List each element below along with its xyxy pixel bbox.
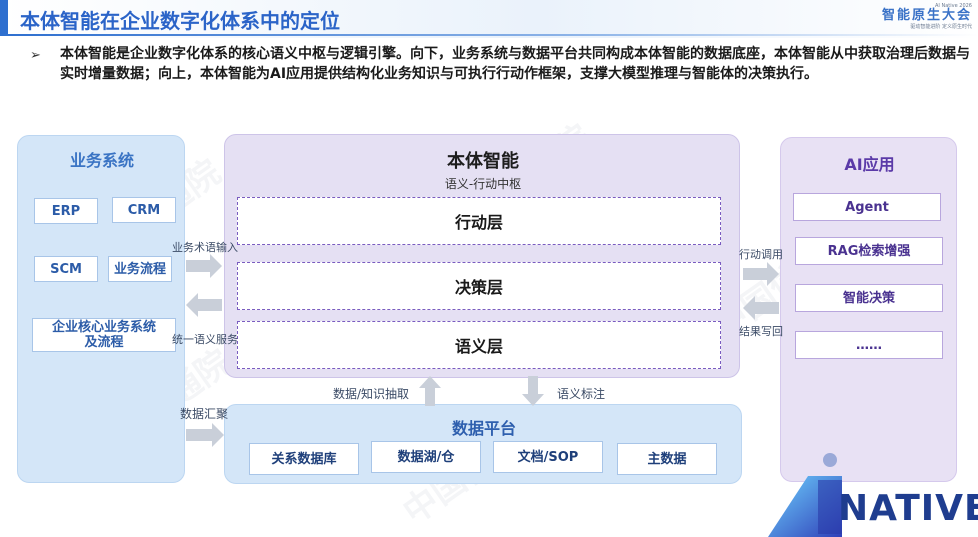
intro-text: 本体智能是企业数字化体系的核心语义中枢与逻辑引擎。向下，业务系统与数据平台共同构… [60,46,970,82]
ontology-title: 本体智能 [447,151,519,172]
native-brand-logo: NATIVE [768,448,978,537]
data-collection-label: 数据汇聚 [180,407,229,421]
semantic-layer[interactable]: 语义层 [237,321,721,369]
doc-sop-box[interactable]: 文档/SOP [493,441,603,473]
title-bar: 本体智能在企业数字化体系中的定位 AI Native 2026 智能原生大会 驱… [0,0,978,38]
page-title: 本体智能在企业数字化体系中的定位 [20,9,340,33]
conference-logo: AI Native 2026 智能原生大会 驱动智能进阶 定义原生时代 [876,3,972,33]
title-underline [0,34,978,36]
business-systems-title: 业务系统 [69,151,134,170]
left-arrow-icon [186,293,222,317]
relational-db-box[interactable]: 关系数据库 [249,443,359,475]
up-arrow-icon [419,376,441,406]
result-writeback-label: 结果写回 [739,325,783,338]
right-arrow-icon [186,254,222,278]
bullet-arrow-icon: ➢ [30,48,41,63]
action-layer[interactable]: 行动层 [237,197,721,245]
action-call-label: 行动调用 [739,248,783,261]
business-systems-panel: 业务系统 ERP CRM SCM 业务流程 企业核心业务系统及流程 [17,135,185,483]
down-arrow-icon [522,376,544,406]
business-term-input-label: 业务术语输入 [172,241,238,254]
erp-box[interactable]: ERP [34,198,98,224]
left-arrow-icon [743,296,779,320]
brand-native-text: NATIVE [838,488,978,529]
data-knowledge-extraction-label: 数据/知识抽取 [333,387,410,401]
title-accent [0,0,8,34]
data-lake-box[interactable]: 数据湖/仓 [371,441,481,473]
agent-box[interactable]: Agent [793,193,941,221]
crm-box[interactable]: CRM [112,197,176,223]
semantic-annotation-label: 语义标注 [557,387,606,401]
logo-tagline: 驱动智能进阶 定义原生时代 [910,24,972,30]
rag-box[interactable]: RAG检索增强 [795,237,943,265]
business-process-box[interactable]: 业务流程 [108,256,172,282]
ai-applications-title: AI应用 [844,155,895,174]
right-arrow-icon [186,423,224,447]
ontology-subtitle: 语义-行动中枢 [444,177,522,191]
ai-applications-panel: AI应用 Agent RAG检索增强 智能决策 …… [780,137,957,482]
logo-big-text: 智能原生大会 [881,8,972,23]
more-apps-box[interactable]: …… [795,331,943,359]
master-data-box[interactable]: 主数据 [617,443,717,475]
decision-layer[interactable]: 决策层 [237,262,721,310]
smart-decision-box[interactable]: 智能决策 [795,284,943,312]
right-arrow-icon [743,262,779,286]
core-business-box[interactable]: 企业核心业务系统及流程 [32,318,176,352]
data-platform-title: 数据平台 [451,419,516,438]
scm-box[interactable]: SCM [34,256,98,282]
unified-semantic-service-label: 统一语义服务 [172,333,238,346]
ontology-intelligence-panel: 本体智能 语义-行动中枢 行动层 决策层 语义层 [224,134,740,378]
data-platform-panel: 数据平台 关系数据库 数据湖/仓 文档/SOP 主数据 [224,404,742,484]
